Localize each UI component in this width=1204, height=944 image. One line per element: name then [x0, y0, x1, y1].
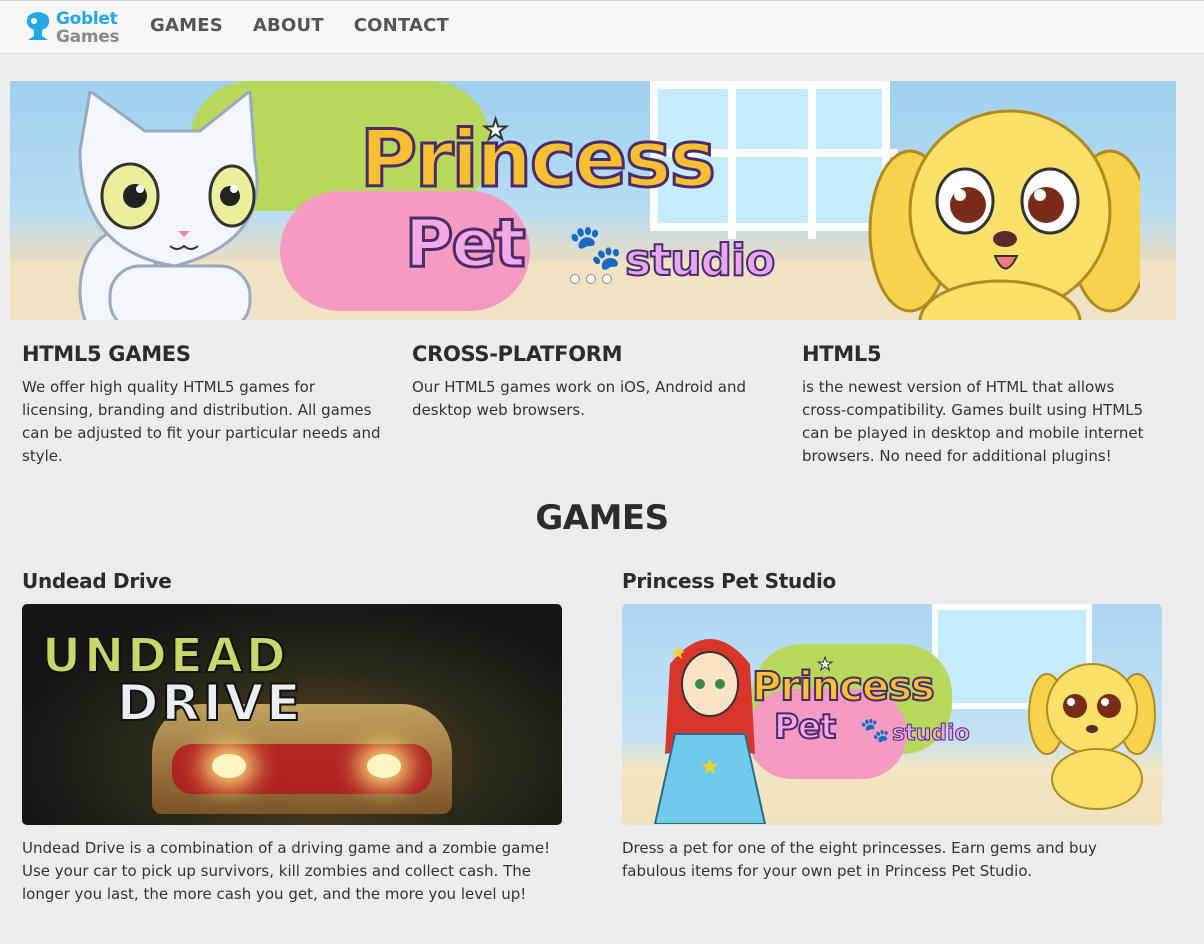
nav-about[interactable]: ABOUT	[253, 15, 324, 36]
hero-carousel[interactable]: ★ Princess Pet 🐾 studio	[10, 81, 1176, 320]
feature-html5-games: HTML5 GAMES We offer high quality HTML5 …	[22, 342, 382, 468]
nav-contact[interactable]: CONTACT	[354, 15, 449, 36]
white-cat-illustration	[78, 91, 259, 320]
princess-pet-studio-thumbnail[interactable]: ★ ★ ★ Princess Pet 🐾 studio	[622, 604, 1162, 825]
feature-cross-platform: CROSS-PLATFORM Our HTML5 games work on i…	[412, 342, 772, 422]
headlight	[212, 754, 246, 778]
carousel-indicators	[570, 274, 612, 284]
headlight	[367, 754, 401, 778]
carousel-dot[interactable]	[602, 274, 612, 284]
nav-games[interactable]: GAMES	[150, 15, 223, 36]
game-title[interactable]: Princess Pet Studio	[622, 569, 1167, 593]
feature-title: HTML5	[802, 342, 882, 366]
carousel-dot[interactable]	[570, 274, 580, 284]
logo-word-goblet: Goblet	[56, 9, 118, 29]
feature-text: We offer high quality HTML5 games for li…	[22, 378, 381, 465]
thumb-logo-line3: studio	[892, 721, 971, 747]
feature-text: Our HTML5 games work on iOS, Android and…	[412, 378, 746, 419]
thumb-logo-line2: DRIVE	[116, 673, 304, 733]
game-title[interactable]: Undead Drive	[22, 569, 567, 593]
svg-text:★: ★	[670, 643, 686, 664]
hero-subtitle-studio: studio	[624, 235, 776, 286]
hero-subtitle-pet: Pet	[404, 205, 528, 282]
game-card-princess-pet-studio: Princess Pet Studio ★ ★ ★ Princess Pet 🐾…	[622, 569, 1167, 883]
goblet-logo-icon	[26, 12, 50, 40]
logo-word-games: Games	[56, 27, 120, 47]
carousel-dot[interactable]	[586, 274, 596, 284]
feature-html5: HTML5 is the newest version of HTML that…	[802, 342, 1162, 468]
games-heading: GAMES	[535, 498, 669, 538]
yellow-dog-illustration	[1028, 663, 1156, 810]
svg-text:★: ★	[700, 755, 720, 780]
feature-title: CROSS-PLATFORM	[412, 342, 623, 366]
thumb-logo-line2: Pet	[773, 706, 837, 748]
game-description: Undead Drive is a combination of a drivi…	[22, 839, 551, 903]
feature-text: is the newest version of HTML that allow…	[802, 378, 1144, 465]
main-nav: GAMES ABOUT CONTACT	[150, 15, 449, 36]
princess-illustration: ★ ★	[653, 639, 767, 824]
hero-title: Princess	[359, 115, 718, 205]
goblet-games-logo[interactable]: Goblet Games	[22, 8, 122, 50]
paw-icon: 🐾	[568, 222, 623, 273]
undead-drive-thumbnail[interactable]: UNDEAD DRIVE	[22, 604, 562, 825]
paw-icon: 🐾	[860, 716, 890, 744]
game-card-undead-drive: Undead Drive UNDEAD DRIVE Undead Drive i…	[22, 569, 567, 906]
game-description: Dress a pet for one of the eight princes…	[622, 839, 1097, 880]
feature-title: HTML5 GAMES	[22, 342, 191, 366]
thumb-logo-line1: Princess	[751, 663, 936, 711]
top-navbar: Goblet Games GAMES ABOUT CONTACT	[0, 0, 1204, 54]
yellow-dog-illustration	[868, 109, 1140, 320]
